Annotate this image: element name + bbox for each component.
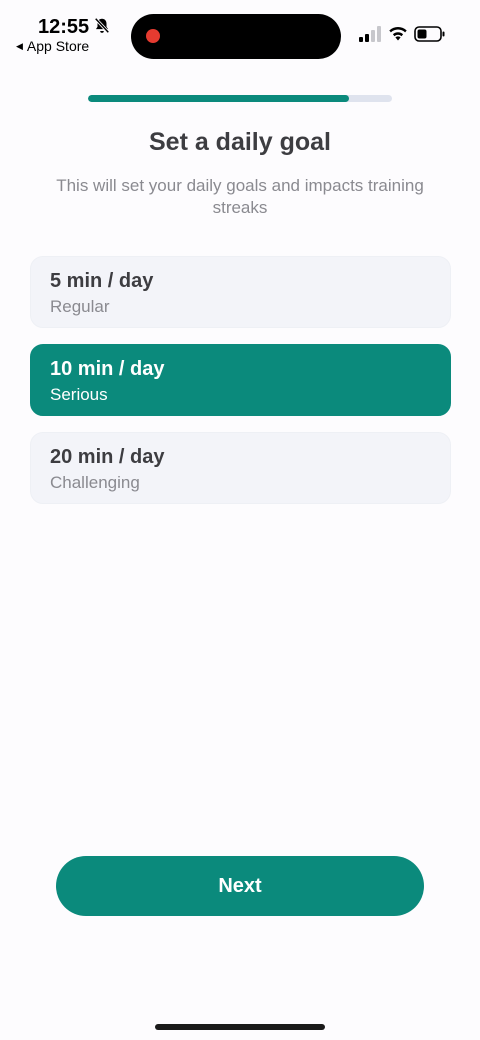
signal-icon bbox=[359, 26, 381, 42]
page-subtitle: This will set your daily goals and impac… bbox=[56, 176, 424, 217]
goal-option-10-min[interactable]: 10 min / day Serious bbox=[30, 344, 451, 416]
goal-options: 5 min / day Regular 10 min / day Serious… bbox=[30, 256, 451, 520]
progress-fill bbox=[88, 95, 350, 102]
goal-option-title: 10 min / day bbox=[50, 358, 165, 380]
recording-dot-icon bbox=[146, 29, 160, 43]
goal-option-subtitle: Challenging bbox=[50, 473, 140, 492]
status-bar: 12:55 ◀ App Store bbox=[0, 0, 480, 60]
screen: 12:55 ◀ App Store Set a daily goal This … bbox=[0, 0, 480, 1040]
home-indicator[interactable] bbox=[155, 1024, 325, 1030]
back-triangle-icon: ◀ bbox=[16, 40, 23, 51]
goal-option-title: 20 min / day bbox=[50, 446, 165, 468]
bell-slash-icon bbox=[94, 17, 110, 34]
goal-option-20-min[interactable]: 20 min / day Challenging bbox=[30, 432, 451, 504]
back-to-app-store[interactable]: ◀ App Store bbox=[16, 38, 89, 54]
next-button[interactable]: Next bbox=[56, 856, 424, 916]
onboarding-progress-bar bbox=[88, 95, 392, 102]
battery-icon bbox=[414, 26, 445, 42]
goal-option-5-min[interactable]: 5 min / day Regular bbox=[30, 256, 451, 328]
wifi-icon bbox=[389, 26, 407, 41]
back-app-label: App Store bbox=[26, 38, 90, 54]
goal-option-title: 5 min / day bbox=[50, 270, 154, 292]
status-time: 12:55 bbox=[38, 16, 90, 38]
dynamic-island bbox=[131, 14, 341, 59]
goal-option-subtitle: Serious bbox=[50, 385, 108, 404]
goal-option-subtitle: Regular bbox=[50, 297, 110, 316]
page-title: Set a daily goal bbox=[148, 128, 331, 156]
